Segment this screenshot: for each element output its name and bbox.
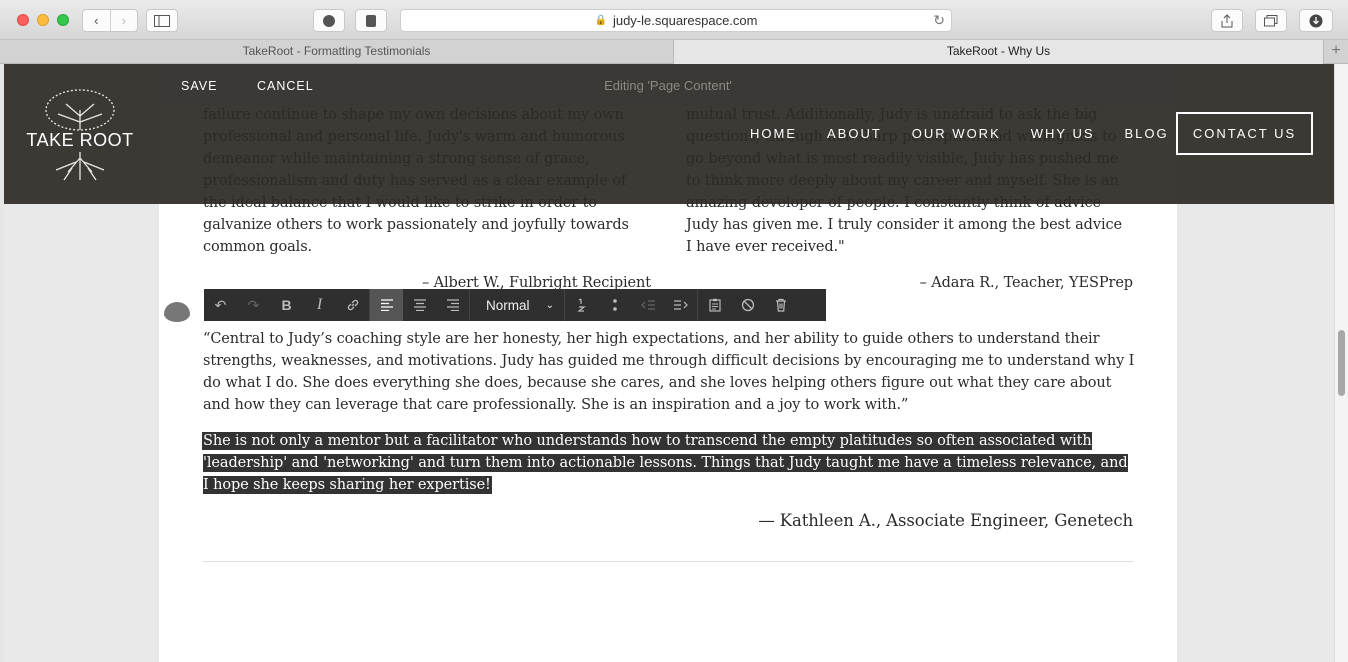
nav-blog[interactable]: BLOG [1125, 126, 1169, 141]
testimonial-paragraph[interactable]: “Central to Judy’s coaching style are he… [203, 328, 1135, 416]
back-icon[interactable]: ‹ [83, 10, 110, 31]
contact-us-button[interactable]: CONTACT US [1176, 112, 1313, 155]
sidebar-toggle-button[interactable] [146, 9, 178, 32]
address-bar[interactable]: 🔒 judy-le.squarespace.com ↻ [400, 9, 952, 32]
chevron-down-icon: ⌄ [545, 299, 554, 311]
formatting-toolbar: ↶ ↷ B I Normal ⌄ [204, 289, 826, 321]
download-icon [1309, 14, 1323, 27]
delete-block-icon[interactable] [764, 289, 797, 321]
undo-icon[interactable]: ↶ [204, 289, 237, 321]
scrollbar-thumb[interactable] [1338, 330, 1345, 396]
tab-why-us[interactable]: TakeRoot - Why Us [674, 40, 1324, 64]
testimonial-signature[interactable]: — Kathleen A., Associate Engineer, Genet… [203, 510, 1133, 532]
nav-home[interactable]: HOME [750, 126, 797, 141]
bold-icon[interactable]: B [270, 289, 303, 321]
align-left-icon[interactable] [370, 289, 403, 321]
history-nav: ‹ › [82, 9, 138, 32]
extension-button[interactable] [313, 9, 345, 32]
share-button[interactable] [1211, 9, 1243, 32]
tabs-icon [1264, 14, 1278, 26]
indent-icon[interactable] [664, 289, 697, 321]
tab-bar: TakeRoot - Formatting Testimonials TakeR… [0, 40, 1348, 64]
tabs-overview-button[interactable] [1255, 9, 1287, 32]
italic-icon[interactable]: I [303, 289, 336, 321]
take-root-logo[interactable]: TAKE ROOT [24, 86, 136, 186]
block-drag-handle[interactable] [164, 302, 190, 322]
zoom-window-button[interactable] [57, 14, 69, 26]
align-right-icon[interactable] [436, 289, 469, 321]
nav-our-work[interactable]: OUR WORK [912, 126, 1001, 141]
bullet-list-icon[interactable] [598, 289, 631, 321]
sidebar-icon [154, 14, 170, 27]
close-window-button[interactable] [17, 14, 29, 26]
selected-text[interactable]: She is not only a mentor but a facilitat… [203, 433, 1128, 493]
link-icon[interactable] [336, 289, 369, 321]
editing-status: Editing 'Page Content' [604, 78, 732, 93]
selected-text-block[interactable]: She is not only a mentor but a facilitat… [203, 430, 1135, 496]
nav-about[interactable]: ABOUT [827, 126, 882, 141]
forward-icon[interactable]: › [109, 10, 138, 31]
edit-bar: SAVE CANCEL Editing 'Page Content' [159, 64, 1177, 107]
text-style-value: Normal [486, 297, 530, 313]
redo-icon[interactable]: ↷ [237, 289, 270, 321]
clear-format-icon[interactable] [731, 289, 764, 321]
browser-titlebar: ‹ › 🔒 judy-le.squarespace.com ↻ [0, 0, 1348, 40]
new-tab-icon[interactable]: + [1324, 40, 1348, 63]
downloads-button[interactable] [1299, 9, 1333, 32]
evernote-icon [366, 14, 376, 27]
page-scrollbar[interactable] [1334, 64, 1348, 662]
shield-icon [323, 14, 335, 27]
main-nav: HOME ABOUT OUR WORK WHY US BLOG [750, 126, 1199, 141]
nav-why-us[interactable]: WHY US [1031, 126, 1095, 141]
evernote-button[interactable] [355, 9, 387, 32]
paste-icon[interactable] [698, 289, 731, 321]
logo-wordmark: TAKE ROOT [26, 130, 134, 150]
tab-formatting-testimonials[interactable]: TakeRoot - Formatting Testimonials [0, 40, 674, 64]
share-icon [1221, 13, 1233, 27]
outdent-icon[interactable] [631, 289, 664, 321]
minimize-window-button[interactable] [37, 14, 49, 26]
align-center-icon[interactable] [403, 289, 436, 321]
numbered-list-icon[interactable] [565, 289, 598, 321]
lock-icon: 🔒 [594, 15, 607, 26]
section-divider [203, 561, 1134, 562]
page-viewport: failure continue to shape my own decisio… [4, 64, 1334, 662]
text-style-select[interactable]: Normal ⌄ [470, 289, 564, 321]
url-text: judy-le.squarespace.com [612, 13, 758, 28]
reload-icon[interactable]: ↻ [933, 12, 945, 29]
